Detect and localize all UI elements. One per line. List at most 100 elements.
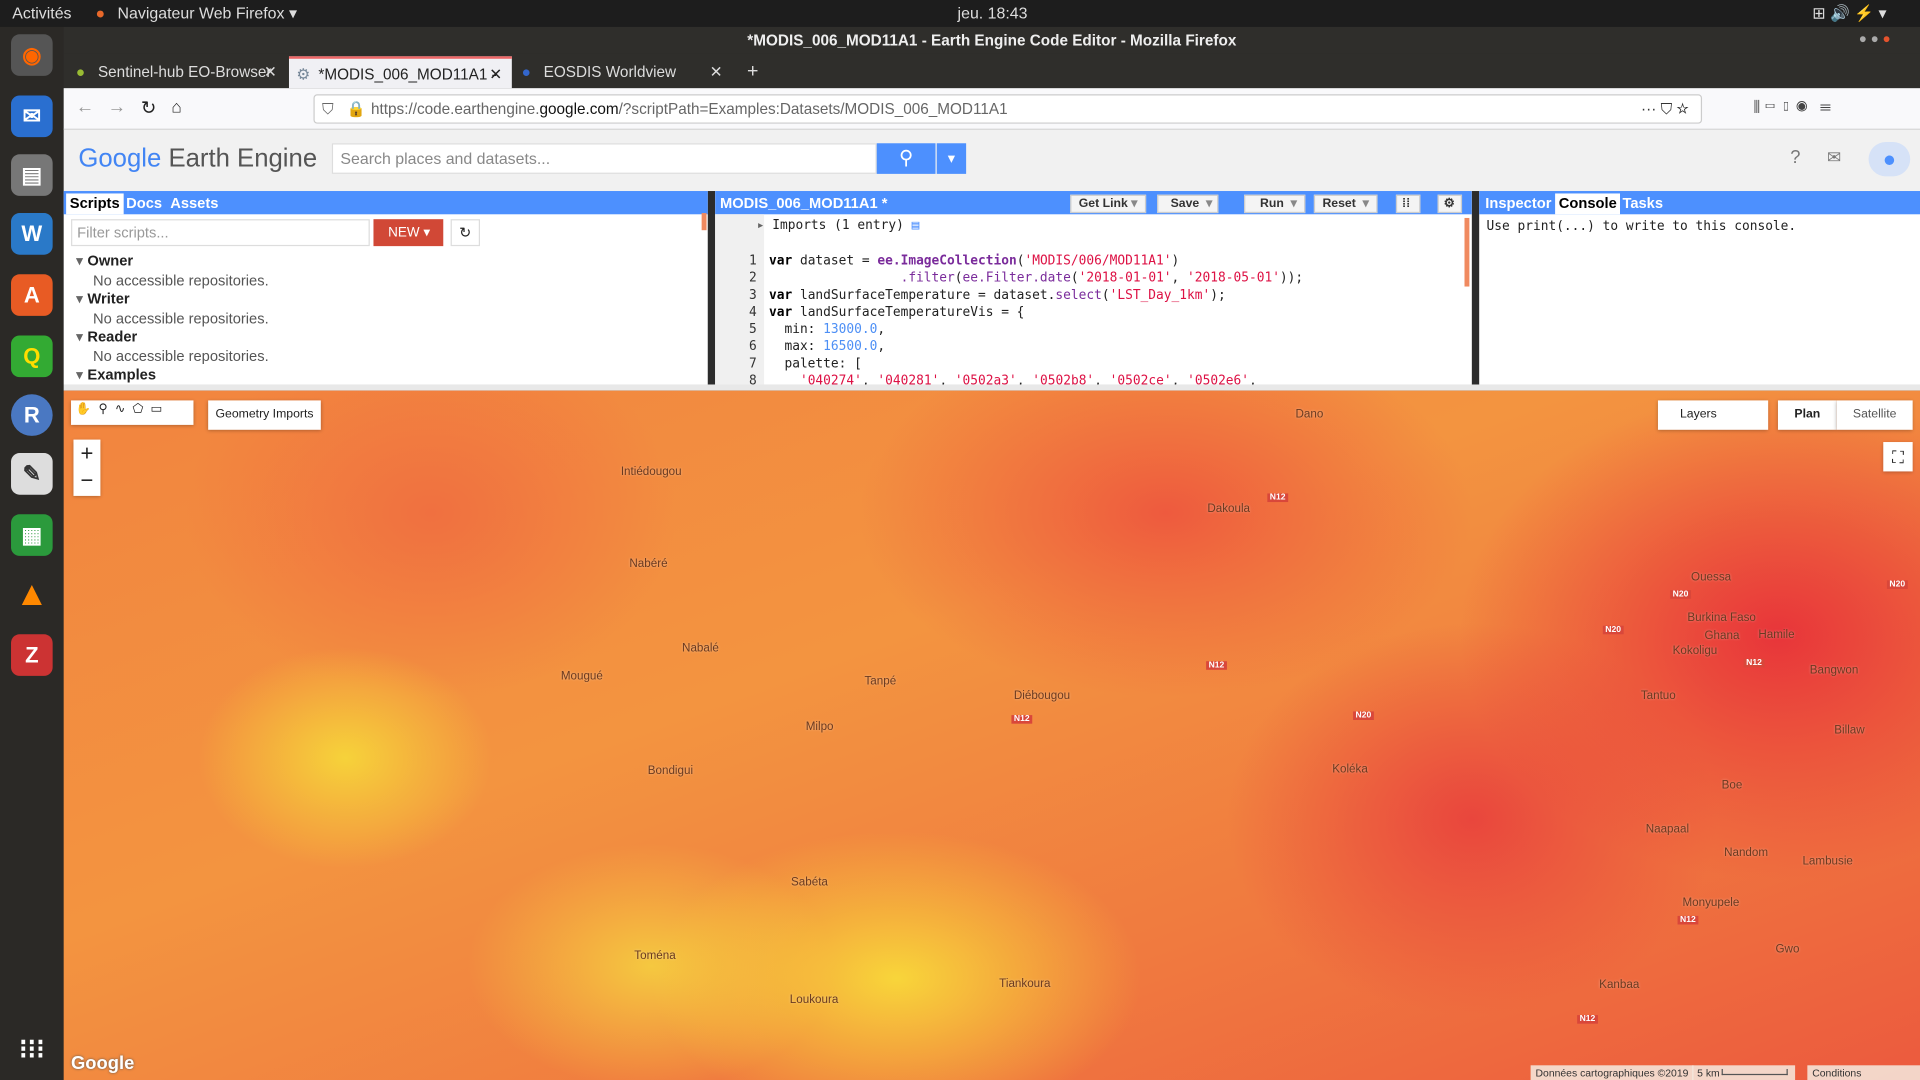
tab-eosdis[interactable]: ● EOSDIS Worldview ✕ xyxy=(514,56,732,88)
toolbar-icons[interactable]: ⫼ ▭ ▯ ◉ ☰ xyxy=(1753,98,1831,116)
url-prefix: https://code.earthengine. xyxy=(371,100,540,118)
qgis-icon[interactable]: Q xyxy=(11,335,53,378)
system-tray-icons[interactable]: ⊞ 🔊 ⚡ ▾ xyxy=(1812,4,1886,24)
place-label: Ouessa xyxy=(1691,570,1732,585)
get-link-button[interactable]: Get Link ▾ xyxy=(1070,194,1147,214)
zoom-controls: + − xyxy=(73,439,101,496)
zoom-in-button[interactable]: + xyxy=(73,440,100,467)
code-lines[interactable]: 1 var dataset = ee.ImageCollection('MODIS… xyxy=(715,235,1472,384)
thunderbird-icon[interactable]: ✉ xyxy=(11,95,53,138)
new-tab-button[interactable]: + xyxy=(742,56,758,88)
text-editor-icon[interactable]: ✎ xyxy=(11,453,53,495)
clock[interactable]: jeu. 18:43 xyxy=(958,4,1028,22)
scripts-panel: Scripts Docs Assets Filter scripts... NE… xyxy=(63,191,708,385)
place-label: Tantuo xyxy=(1640,689,1676,703)
page-actions-icons[interactable]: ··· ⛉ ☆ xyxy=(1641,96,1689,123)
calc-icon[interactable]: ▦ xyxy=(11,514,53,556)
place-label: Tiankoura xyxy=(999,977,1051,991)
search-button[interactable]: ⚲ xyxy=(876,143,936,174)
reload-icon[interactable]: ↻ xyxy=(141,97,156,119)
app-menu[interactable]: Navigateur Web Firefox xyxy=(118,4,285,22)
place-label: Loukoura xyxy=(789,993,839,1007)
imports-row[interactable]: ▸ Imports (1 entry) ▤ xyxy=(757,217,920,234)
writer-icon[interactable]: W xyxy=(11,213,53,255)
editor-scrollbar[interactable] xyxy=(1464,217,1470,287)
close-icon[interactable]: ✕ xyxy=(489,59,502,91)
drawing-tools[interactable]: ✋⚲∿⬠▭ xyxy=(71,400,194,425)
terms-link[interactable]: Conditions d'utilisation xyxy=(1807,1065,1920,1080)
tree-owner[interactable]: ▾ Owner xyxy=(76,252,269,271)
files-icon[interactable]: ▤ xyxy=(11,154,53,196)
place-label: Dakoula xyxy=(1207,502,1251,516)
ee-logo[interactable]: Google Earth Engine xyxy=(78,144,317,173)
firefox-icon[interactable]: ◉ xyxy=(11,34,53,76)
map[interactable]: Dano Intiédougou Dakoula Nabéré Ouessa Burkin… xyxy=(63,390,1920,1080)
avatar[interactable]: ● xyxy=(1868,142,1911,177)
place-label: Burkina Faso xyxy=(1687,611,1756,625)
close-icon[interactable]: ✕ xyxy=(264,56,277,88)
gear-icon[interactable]: ⚙ xyxy=(1437,194,1463,214)
app-grid-icon[interactable]: ⁝⁝⁝ xyxy=(11,1029,53,1071)
place-label: Bangwon xyxy=(1809,663,1859,678)
right-panel-tabs: Inspector Console Tasks xyxy=(1479,191,1920,215)
home-icon[interactable]: ⌂ xyxy=(171,97,181,117)
tab-docs[interactable]: Docs xyxy=(122,193,165,214)
tree-writer[interactable]: ▾ Writer xyxy=(76,290,269,309)
plan-button[interactable]: Plan xyxy=(1777,400,1837,430)
back-icon[interactable]: ← xyxy=(76,97,94,118)
window-controls[interactable]: ● ● ● xyxy=(1859,32,1891,47)
apps-grid-icon[interactable]: ⁞⁞ xyxy=(1395,194,1421,214)
satellite-button[interactable]: Satellite xyxy=(1836,400,1913,430)
shield-icon[interactable]: ⛉ xyxy=(322,96,333,123)
place-label: Mougué xyxy=(560,669,603,684)
tab-assets[interactable]: Assets xyxy=(167,193,223,214)
nav-bar: ← → ↻ ⌂ ⛉ 🔒 https://code.earthengine.goo… xyxy=(63,88,1920,130)
close-icon[interactable]: ✕ xyxy=(710,56,723,88)
filter-scripts-input[interactable]: Filter scripts... xyxy=(71,219,370,247)
tree-note: No accessible repositories. xyxy=(93,271,269,289)
place-label: Dano xyxy=(1295,407,1324,422)
reset-button[interactable]: Reset ▾ xyxy=(1313,194,1378,214)
tree-reader[interactable]: ▾ Reader xyxy=(76,328,269,347)
scrollbar[interactable] xyxy=(701,213,707,231)
place-label: Kanbaa xyxy=(1599,978,1640,992)
vlc-icon[interactable]: ▲ xyxy=(11,573,53,615)
scale-bar: 5 km xyxy=(1692,1065,1796,1080)
url-bar[interactable]: ⛉ 🔒 https://code.earthengine.google.com/… xyxy=(313,94,1703,124)
forward-icon[interactable]: → xyxy=(108,97,126,118)
tab-inspector[interactable]: Inspector xyxy=(1482,193,1555,214)
place-label: Naapaal xyxy=(1645,822,1690,837)
attribution: Données cartographiques ©2019 xyxy=(1530,1065,1694,1080)
road-badge: N20 xyxy=(1353,711,1374,721)
console-message: Use print(...) to write to this console. xyxy=(1486,219,1797,234)
tree-note: No accessible repositories. xyxy=(93,347,269,365)
zotero-icon[interactable]: Z xyxy=(11,634,53,676)
r-icon[interactable]: R xyxy=(11,394,53,436)
refresh-icon[interactable]: ↻ xyxy=(450,219,481,247)
activities-button[interactable]: Activités xyxy=(12,4,71,22)
tab-modis[interactable]: ⚙ *MODIS_006_MOD11A1 - ✕ xyxy=(288,56,512,91)
ee-header: Google Earth Engine Search places and da… xyxy=(63,129,1920,192)
run-button[interactable]: Run ▾ xyxy=(1244,194,1306,214)
place-label: Hamile xyxy=(1758,628,1795,642)
tab-strip: ● Sentinel-hub EO-Browser ✕ ⚙ *MODIS_006_MO… xyxy=(63,53,1920,91)
search-icon: ⚲ xyxy=(898,148,914,169)
help-icon[interactable]: ? xyxy=(1790,147,1800,168)
tab-scripts[interactable]: Scripts xyxy=(66,193,124,215)
zoom-out-button[interactable]: − xyxy=(73,467,100,494)
place-label: Diébougou xyxy=(1013,689,1071,703)
tab-console[interactable]: Console xyxy=(1555,193,1621,215)
tab-tasks[interactable]: Tasks xyxy=(1619,193,1667,214)
geometry-imports-button[interactable]: Geometry Imports xyxy=(208,400,321,430)
tree-examples[interactable]: ▾ Examples xyxy=(76,366,269,385)
layers-button[interactable]: Layers xyxy=(1657,400,1769,430)
search-input[interactable]: Search places and datasets... xyxy=(331,143,877,174)
search-dropdown[interactable]: ▾ xyxy=(936,143,967,174)
save-button[interactable]: Save ▾ xyxy=(1157,194,1219,214)
tab-sentinel[interactable]: ● Sentinel-hub EO-Browser ✕ xyxy=(69,56,287,88)
road-badge: N20 xyxy=(1886,580,1908,589)
fullscreen-icon[interactable]: ⛶ xyxy=(1883,442,1913,472)
new-script-button[interactable]: NEW ▾ xyxy=(373,219,444,247)
feedback-icon[interactable]: ✉ xyxy=(1827,147,1841,168)
app-center-icon[interactable]: A xyxy=(11,274,53,316)
